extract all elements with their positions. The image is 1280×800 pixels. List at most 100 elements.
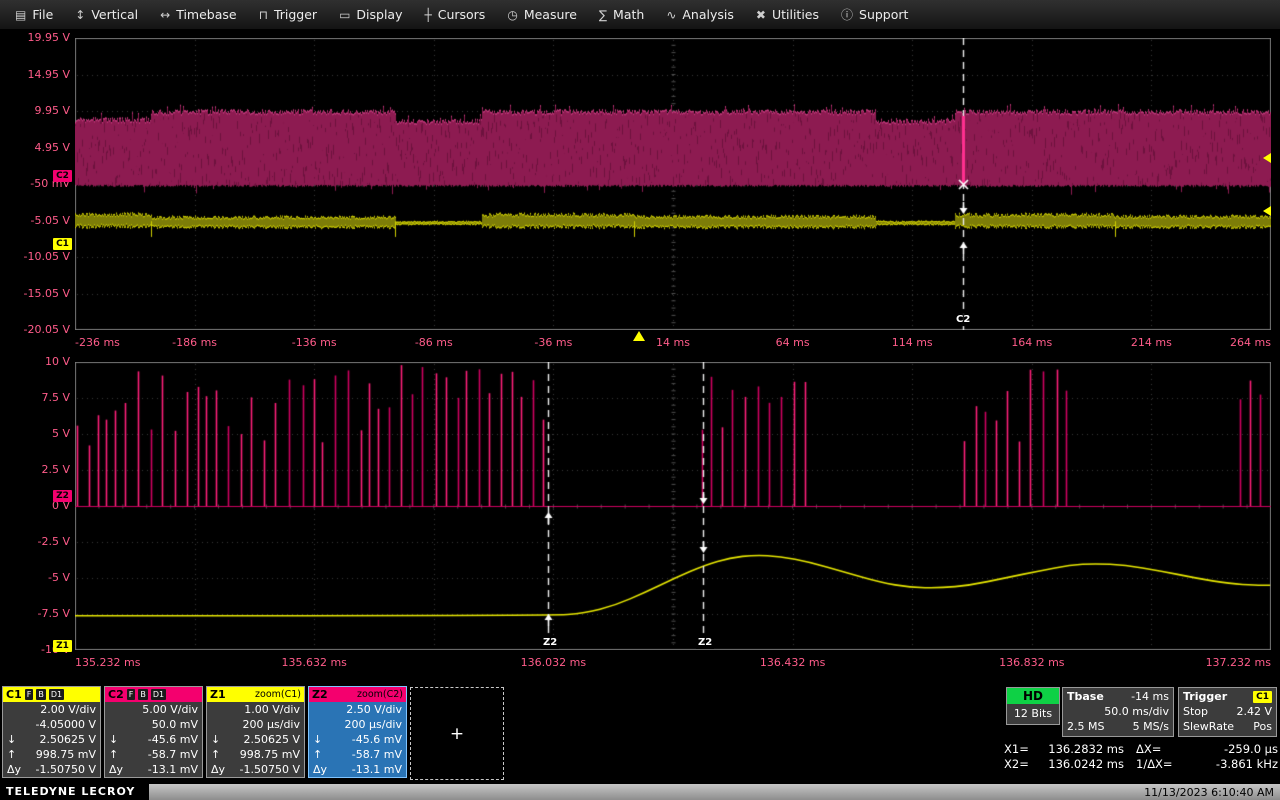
- plot2-y-label: -5 V: [0, 571, 70, 584]
- acquisition-box[interactable]: HD 12 Bits: [1006, 687, 1060, 725]
- trigger-level-marker-2[interactable]: [1263, 206, 1271, 216]
- math-icon: ∑: [599, 8, 607, 22]
- dx-label: ΔX=: [1136, 742, 1184, 757]
- trace-row: ↑ -58.7 mV: [105, 747, 202, 762]
- row-prefix: Δy: [211, 762, 225, 777]
- plot1-x-label: 14 ms: [628, 336, 718, 349]
- tbase-offset: -14 ms: [1131, 689, 1169, 704]
- channel-indicator-c1[interactable]: C1: [53, 238, 72, 250]
- row-prefix: ↓: [211, 732, 220, 747]
- plot2-x-label: 137.232 ms: [1181, 656, 1271, 669]
- menu-item-utilities[interactable]: ✖Utilities: [745, 0, 830, 29]
- file-icon: ▤: [15, 8, 26, 22]
- brand-logo: TELEDYNE LECROY: [0, 784, 149, 800]
- trace-header: C2FBD1: [105, 687, 202, 702]
- row-value: -45.6 mV: [352, 732, 402, 747]
- invdx-label: 1/ΔX=: [1136, 757, 1184, 772]
- trace-descriptor-z2[interactable]: Z2zoom(C2)2.50 V/div200 µs/div↓-45.6 mV↑…: [308, 686, 407, 778]
- row-value: 5.00 V/div: [142, 702, 198, 717]
- plot1-x-label: 264 ms: [1181, 336, 1271, 349]
- tools-icon: ✖: [756, 8, 766, 22]
- menu-item-trigger[interactable]: ⊓Trigger: [248, 0, 328, 29]
- add-trace-box[interactable]: +: [410, 687, 504, 780]
- menu-item-label: Support: [859, 7, 908, 22]
- menu-item-label: Vertical: [91, 7, 138, 22]
- trace-descriptor-c1[interactable]: C1FBD12.00 V/div-4.05000 V↓2.50625 V↑998…: [2, 686, 101, 778]
- invdx-value: -3.861 kHz: [1184, 757, 1278, 772]
- plot2-y-label: 5 V: [0, 427, 70, 440]
- plus-icon: +: [450, 724, 464, 744]
- trace-row: 2.50 V/div: [309, 702, 406, 717]
- row-value: -1.50750 V: [240, 762, 300, 777]
- trace-row: 5.00 V/div: [105, 702, 202, 717]
- x1-label: X1=: [1004, 742, 1036, 757]
- plot1-y-label: -5.05 V: [0, 214, 70, 227]
- menu-item-label: Cursors: [438, 7, 486, 22]
- trace-descriptor-z1[interactable]: Z1zoom(C1)1.00 V/div200 µs/div↓2.50625 V…: [206, 686, 305, 778]
- plot1-x-label: -36 ms: [508, 336, 598, 349]
- plot2-cursor-tag-1[interactable]: Z2: [541, 637, 559, 649]
- trigger-source-badge: C1: [1253, 691, 1272, 703]
- plot1-y-label: -20.05 V: [0, 323, 70, 336]
- trigger-mode: Stop: [1183, 704, 1208, 719]
- timebase-box[interactable]: Tbase -14 ms 50.0 ms/div 2.5 MS 5 MS/s: [1062, 687, 1174, 737]
- tbase-samples: 2.5 MS: [1067, 719, 1104, 734]
- row-value: -58.7 mV: [148, 747, 198, 762]
- trace-badge-f: F: [127, 689, 136, 700]
- cursor-readout: X1= 136.2832 ms ΔX= -259.0 µs X2= 136.02…: [1004, 742, 1278, 772]
- trace-row: 50.0 mV: [105, 717, 202, 732]
- trace-values: 5.00 V/div50.0 mV↓-45.6 mV↑-58.7 mVΔy-13…: [105, 702, 202, 777]
- menu-item-vertical[interactable]: ↕Vertical: [64, 0, 149, 29]
- trace-row: 200 µs/div: [309, 717, 406, 732]
- status-bar: TELEDYNE LECROY 11/13/2023 6:10:40 AM: [0, 784, 1280, 800]
- row-value: 200 µs/div: [345, 717, 402, 732]
- hd-mode-label: HD: [1007, 688, 1059, 704]
- plot2-cursor-tag-2[interactable]: Z2: [696, 637, 714, 649]
- menu-item-timebase[interactable]: ↔Timebase: [149, 0, 247, 29]
- plot2-x-label: 135.232 ms: [75, 656, 165, 669]
- row-prefix: ↑: [109, 747, 118, 762]
- datetime: 11/13/2023 6:10:40 AM: [1144, 786, 1280, 799]
- menu-item-cursors[interactable]: ┼ Cursors: [413, 0, 496, 29]
- menu-item-display[interactable]: ▭Display: [328, 0, 413, 29]
- row-prefix: ↑: [313, 747, 322, 762]
- trace-row: -4.05000 V: [3, 717, 100, 732]
- plot1-x-label: 164 ms: [987, 336, 1077, 349]
- menu-item-measure[interactable]: ◷Measure: [496, 0, 588, 29]
- zoom-indicator-z1[interactable]: Z1: [53, 640, 72, 652]
- menu-item-analysis[interactable]: ∿Analysis: [655, 0, 745, 29]
- channel-indicator-c2[interactable]: C2: [53, 170, 72, 182]
- x1-value: 136.2832 ms: [1036, 742, 1124, 757]
- row-value: 2.50625 V: [39, 732, 96, 747]
- trigger-type: SlewRate: [1183, 719, 1234, 734]
- trigger-box[interactable]: Trigger C1 Stop 2.42 V SlewRate Pos: [1178, 687, 1277, 737]
- plot1-y-label: 4.95 V: [0, 141, 70, 154]
- trace-row: Δy -1.50750 V: [207, 762, 304, 777]
- trigger-level-marker-1[interactable]: [1263, 153, 1271, 163]
- menu-item-support[interactable]: ⓘSupport: [830, 0, 919, 29]
- zoom-indicator-z2[interactable]: Z2: [53, 490, 72, 502]
- menu-item-file[interactable]: ▤File: [4, 0, 64, 29]
- plot1-y-label: 19.95 V: [0, 31, 70, 44]
- tbase-rate: 5 MS/s: [1133, 719, 1169, 734]
- crosshair-icon: ┼: [424, 8, 431, 22]
- plot1-cursor-tag[interactable]: C2: [954, 314, 972, 326]
- trace-descriptor-c2[interactable]: C2FBD15.00 V/div50.0 mV↓-45.6 mV↑ -58.7 m…: [104, 686, 203, 778]
- menu-item-label: Timebase: [176, 7, 236, 22]
- tbase-scale: 50.0 ms/div: [1104, 704, 1169, 719]
- plot1-y-label: 14.95 V: [0, 68, 70, 81]
- plot1-canvas[interactable]: [75, 38, 1271, 330]
- trace-row: ↓2.50625 V: [207, 732, 304, 747]
- trace-name: Z2: [312, 688, 328, 701]
- menu-item-math[interactable]: ∑Math: [588, 0, 655, 29]
- trace-row: ↓-45.6 mV: [309, 732, 406, 747]
- tbase-label: Tbase: [1067, 689, 1104, 704]
- trace-descriptors: C1FBD12.00 V/div-4.05000 V↓2.50625 V↑998…: [2, 686, 407, 778]
- display-icon: ▭: [339, 8, 350, 22]
- trace-row: ↓-45.6 mV: [105, 732, 202, 747]
- plot2-canvas[interactable]: [75, 362, 1271, 650]
- plot1-y-label: 9.95 V: [0, 104, 70, 117]
- row-value: 200 µs/div: [243, 717, 300, 732]
- row-prefix: ↓: [109, 732, 118, 747]
- trigger-pulse-icon: ⊓: [259, 8, 268, 22]
